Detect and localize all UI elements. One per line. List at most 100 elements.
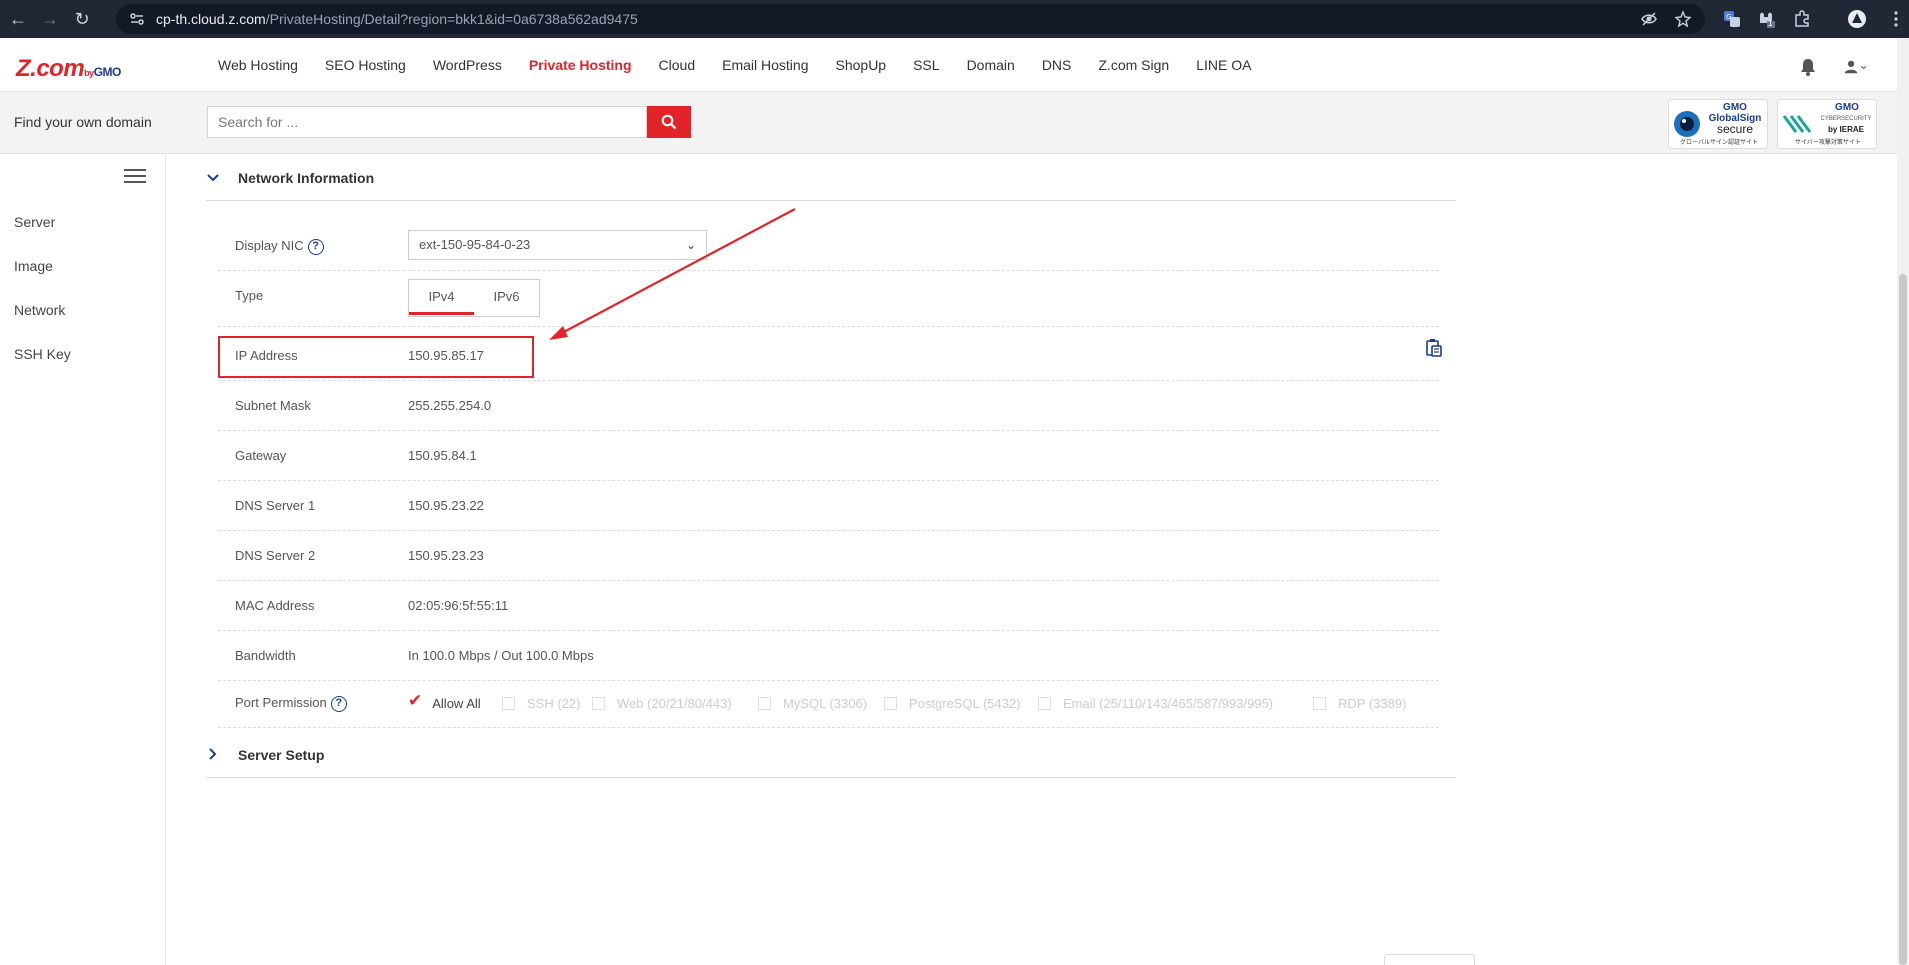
type-label: Type [235, 288, 264, 303]
display-nic-label: Display NIC? [235, 221, 324, 271]
profile-avatar-icon[interactable] [1846, 8, 1868, 30]
sidebar-item-image[interactable]: Image [14, 258, 53, 274]
ip-type-toggle: IPv4 IPv6 [408, 279, 540, 317]
bottom-action-button[interactable] [1384, 954, 1475, 965]
copy-clipboard-icon[interactable] [1425, 338, 1443, 358]
network-information-title: Network Information [238, 170, 375, 186]
port-checkbox-ssh-22[interactable]: SSH (22) [502, 678, 580, 728]
nav-seo-hosting[interactable]: SEO Hosting [325, 57, 406, 73]
help-icon[interactable]: ? [330, 696, 347, 712]
ierae-by: by IERAE [1827, 125, 1864, 134]
extension-badge-icon[interactable]: 1 [1755, 8, 1777, 30]
help-icon[interactable]: ? [307, 239, 324, 255]
forward-icon[interactable]: → [36, 5, 64, 33]
extensions-puzzle-icon[interactable] [1791, 8, 1813, 30]
globalsign-secure-badge[interactable]: GMO GlobalSign secure グローバルサイン認証サイト [1668, 99, 1768, 149]
checkbox-box [502, 696, 515, 710]
nav-wordpress[interactable]: WordPress [433, 57, 502, 73]
search-icon [661, 114, 677, 130]
reload-icon[interactable]: ↻ [68, 5, 96, 33]
port-label: Email (25/110/143/465/587/993/995) [1063, 695, 1274, 711]
sidebar: Server Image Network SSH Key [0, 155, 166, 965]
sidebar-item-server[interactable]: Server [14, 214, 55, 230]
site-header: Z.combyGMO Web Hosting SEO Hosting WordPre… [0, 38, 1909, 92]
site-settings-icon[interactable] [126, 8, 148, 30]
checkbox-box [592, 696, 605, 710]
display-nic-value: ext-150-95-84-0-23 [419, 237, 531, 252]
logo-gmo: GMO [93, 65, 122, 79]
nav-private-hosting[interactable]: Private Hosting [529, 57, 632, 73]
port-label: Allow All [432, 695, 481, 711]
url-text[interactable]: cp-th.cloud.z.com/PrivateHosting/Detail?… [156, 11, 638, 27]
globalsign-eye-icon [1674, 111, 1700, 137]
nav-dns[interactable]: DNS [1042, 57, 1072, 73]
back-icon[interactable]: ← [4, 5, 32, 33]
server-setup-header[interactable]: Server Setup [206, 732, 1456, 778]
scrollbar-thumb[interactable] [1899, 274, 1907, 965]
display-nic-select[interactable]: ext-150-95-84-0-23 ⌄ [408, 230, 707, 260]
port-permission-row: Port Permission? ✔ Allow All SSH (22) Web (… [218, 678, 1439, 728]
gateway-label: Gateway [235, 448, 287, 463]
port-checkbox-web-20-21-80-443[interactable]: Web (20/21/80/443) [592, 678, 732, 728]
url-path: /PrivateHosting/Detail?region=bkk1&id=0a… [265, 11, 638, 27]
sidebar-item-network[interactable]: Network [14, 302, 65, 318]
hamburger-menu-icon[interactable] [124, 169, 146, 185]
ierae-gmo: GMO [1835, 102, 1859, 113]
port-label: Web (20/21/80/443) [617, 695, 732, 711]
globalsign-secure: secure [1716, 122, 1754, 136]
extension-badge-count: 1 [1768, 19, 1773, 28]
dns-server-2-row: DNS Server 2 150.95.23.23 [218, 531, 1439, 581]
nav-z-com-sign[interactable]: Z.com Sign [1098, 57, 1169, 73]
nav-shopup[interactable]: ShopUp [836, 57, 887, 73]
mac-address-value: 02:05:96:5f:55:11 [408, 598, 509, 613]
browser-toolbar: ← → ↻ cp-th.cloud.z.com/PrivateHosting/D… [0, 0, 1909, 38]
port-checkbox-rdp-3389[interactable]: RDP (3389) [1313, 678, 1406, 728]
tab-ipv4[interactable]: IPv4 [409, 280, 474, 316]
nav-cloud[interactable]: Cloud [659, 57, 696, 73]
port-checkbox-postgresql-5432[interactable]: PostgreSQL (5432) [884, 678, 1021, 728]
checkmark-icon: ✔ [408, 691, 423, 710]
globalsign-caption: グローバルサイン認証サイト [1680, 140, 1758, 146]
address-bar[interactable]: cp-th.cloud.z.com/PrivateHosting/Detail?… [116, 4, 1705, 34]
mac-address-row: MAC Address 02:05:96:5f:55:11 [218, 581, 1439, 631]
ierae-stripes-icon [1782, 115, 1812, 133]
nav-line-oa[interactable]: LINE OA [1196, 57, 1251, 73]
bookmark-star-icon[interactable] [1673, 9, 1693, 29]
bandwidth-value: In 100.0 Mbps / Out 100.0 Mbps [408, 648, 594, 663]
checkbox-box [1313, 696, 1326, 710]
svg-text:G: G [1726, 13, 1731, 21]
port-checkbox-mysql-3306[interactable]: MySQL (3306) [758, 678, 867, 728]
gateway-value: 150.95.84.1 [408, 448, 477, 463]
display-nic-row: Display NIC? ext-150-95-84-0-23 ⌄ [218, 221, 1439, 271]
port-label: MySQL (3306) [783, 695, 868, 711]
main-nav: Web Hosting SEO Hosting WordPress Private H… [218, 38, 1278, 92]
sidebar-item-ssh-key[interactable]: SSH Key [14, 346, 71, 362]
port-checkbox-allow-all[interactable]: ✔ Allow All [408, 678, 481, 728]
translate-icon[interactable]: G [1721, 8, 1743, 30]
tab-ipv6[interactable]: IPv6 [474, 280, 539, 316]
nav-ssl[interactable]: SSL [913, 57, 939, 73]
page-scrollbar[interactable] [1897, 38, 1909, 965]
browser-menu-icon[interactable] [1885, 8, 1907, 30]
search-button[interactable] [647, 106, 691, 138]
zcom-logo[interactable]: Z.combyGMO [16, 55, 121, 83]
gateway-row: Gateway 150.95.84.1 [218, 431, 1439, 481]
globalsign-gmo: GMO [1723, 102, 1747, 113]
ierae-cybersecurity-badge[interactable]: GMO CYBERSECURITY by IERAE サイバー攻撃対策サイト [1777, 99, 1877, 149]
dns-server-1-value: 150.95.23.22 [408, 498, 484, 513]
network-information-header[interactable]: Network Information [206, 155, 1456, 201]
nav-email-hosting[interactable]: Email Hosting [722, 57, 808, 73]
port-checkbox-email-25-110-143-465-587-993-995[interactable]: Email (25/110/143/465/587/993/995) [1038, 678, 1273, 728]
nav-web-hosting[interactable]: Web Hosting [218, 57, 298, 73]
chevron-down-icon: ⌄ [685, 238, 696, 252]
domain-search-input[interactable] [207, 106, 647, 138]
eye-off-icon[interactable] [1639, 9, 1659, 29]
bell-icon[interactable] [1797, 56, 1819, 78]
dns-server-2-label: DNS Server 2 [235, 548, 316, 563]
subnet-mask-value: 255.255.254.0 [408, 398, 492, 413]
checkbox-box [1038, 696, 1051, 710]
user-account-icon[interactable] [1844, 56, 1866, 78]
nav-domain[interactable]: Domain [967, 57, 1015, 73]
domain-search-band: Find your own domain GMO GlobalSign secu… [0, 92, 1909, 154]
ierae-caption: サイバー攻撃対策サイト [1795, 140, 1861, 146]
